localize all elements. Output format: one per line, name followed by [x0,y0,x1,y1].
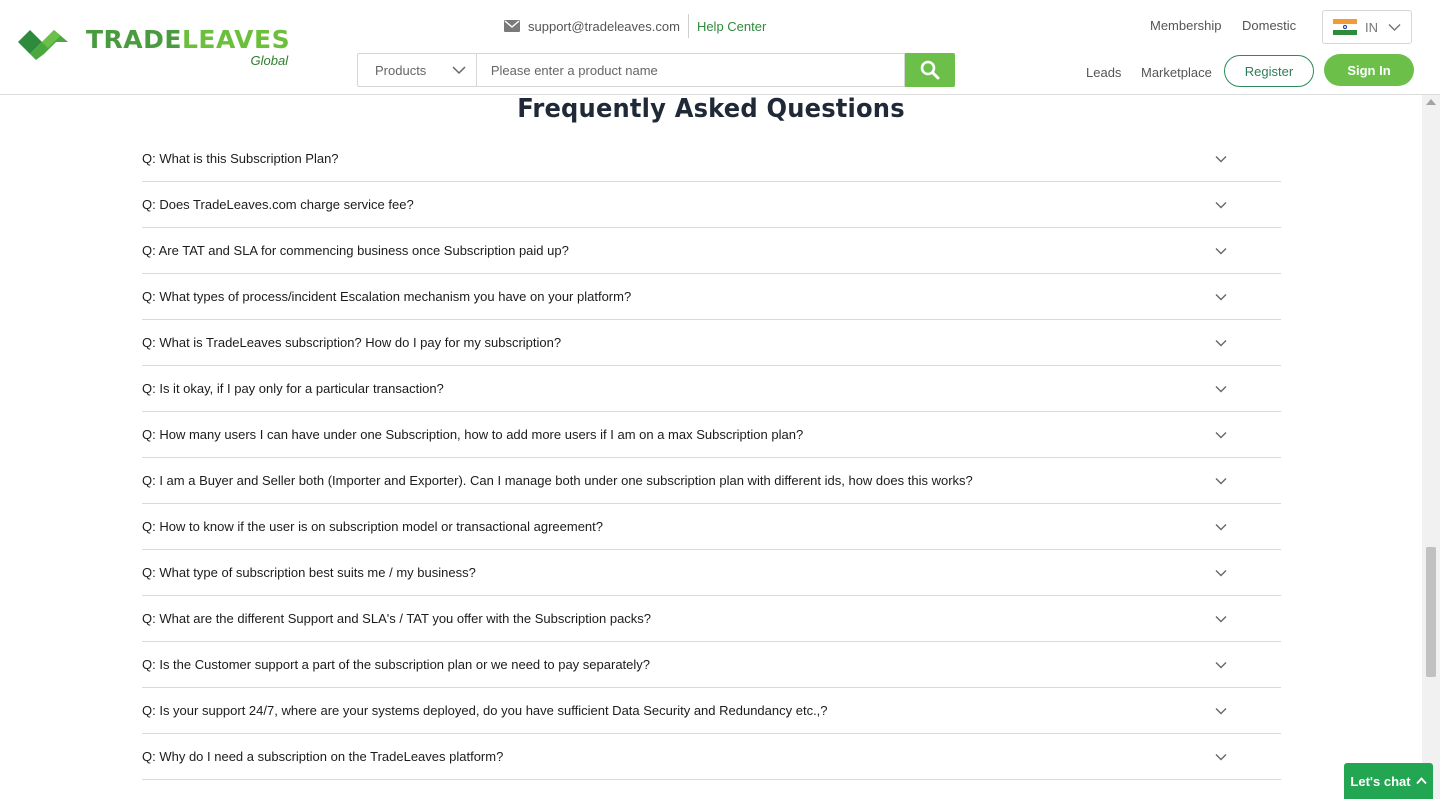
chevron-down-icon [1215,247,1227,254]
chevron-down-icon [1215,523,1227,530]
chevron-down-icon [1215,661,1227,668]
chevron-down-icon [1215,339,1227,346]
site-header: TRADELEAVES Global support@tradeleaves.c… [0,0,1440,95]
tradeleaves-logo[interactable]: TRADELEAVES Global [16,22,290,68]
chevron-down-icon [1215,293,1227,300]
faq-question: Q: What are the different Support and SL… [142,611,652,626]
faq-item[interactable]: Q: Why do I need a subscription on the T… [142,734,1281,780]
chevron-down-icon [1215,707,1227,714]
faq-question: Q: Is it okay, if I pay only for a parti… [142,381,444,396]
chevron-down-icon [1215,753,1227,760]
faq-item[interactable]: Q: Is it okay, if I pay only for a parti… [142,366,1281,412]
faq-item[interactable]: Q: I am a Buyer and Seller both (Importe… [142,458,1281,504]
faq-item[interactable]: Q: What types of process/incident Escala… [142,274,1281,320]
faq-question: Q: How many users I can have under one S… [142,427,804,442]
faq-question: Q: Why do I need a subscription on the T… [142,749,504,764]
search-button[interactable] [905,53,955,87]
chevron-down-icon [1215,615,1227,622]
faq-question: Q: Is your support 24/7, where are your … [142,703,828,718]
chat-label: Let's chat [1350,773,1411,789]
faq-question: Q: What type of subscription best suits … [142,565,476,580]
faq-item[interactable]: Q: How to know if the user is on subscri… [142,504,1281,550]
chevron-down-icon [452,66,466,75]
faq-item[interactable]: Q: What are the different Support and SL… [142,596,1281,642]
search-category-select[interactable]: Products [357,53,476,87]
lets-chat-button[interactable]: Let's chat [1344,763,1433,799]
faq-item[interactable]: Q: What is TradeLeaves subscription? How… [142,320,1281,366]
faq-question: Q: Is the Customer support a part of the… [142,657,651,672]
membership-link[interactable]: Membership [1150,18,1222,33]
help-center-link[interactable]: Help Center [697,19,766,34]
faq-item[interactable]: Q: What is this Subscription Plan? [142,136,1281,182]
search-category-label: Products [375,62,427,78]
search-input[interactable] [475,53,906,87]
faq-item[interactable]: Q: How many users I can have under one S… [142,412,1281,458]
faq-item[interactable]: Q: Does TradeLeaves.com charge service f… [142,182,1281,228]
page-scrollbar[interactable] [1422,95,1440,799]
chevron-down-icon [1215,155,1227,162]
search-icon [920,60,940,80]
faq-question: Q: What is this Subscription Plan? [142,151,339,166]
chevron-down-icon [1215,431,1227,438]
sign-in-button[interactable]: Sign In [1324,54,1414,86]
logo-word-leaves: LEAVES [181,25,291,54]
register-button[interactable]: Register [1224,55,1314,87]
faq-question: Q: What types of process/incident Escala… [142,289,632,304]
logo-word-trade: TRADE [86,25,182,54]
scrollbar-thumb[interactable] [1426,547,1436,677]
chevron-down-icon [1215,477,1227,484]
faq-question: Q: Are TAT and SLA for commencing busine… [142,243,569,258]
contact-bar: support@tradeleaves.com Help Center [504,14,766,38]
faq-question: Q: I am a Buyer and Seller both (Importe… [142,473,973,488]
chevron-down-icon [1215,385,1227,392]
faq-item[interactable]: Q: Is the Customer support a part of the… [142,642,1281,688]
leaf-logo-icon [18,30,68,60]
india-flag-icon [1333,19,1357,35]
marketplace-link[interactable]: Marketplace [1141,65,1212,80]
scroll-up-arrow-icon[interactable] [1426,99,1436,105]
chevron-down-icon [1215,569,1227,576]
faq-item[interactable]: Q: Are TAT and SLA for commencing busine… [142,228,1281,274]
faq-question: Q: How to know if the user is on subscri… [142,519,604,534]
faq-question: Q: Does TradeLeaves.com charge service f… [142,197,414,212]
leads-link[interactable]: Leads [1086,65,1121,80]
faq-list: Q: What is this Subscription Plan? Q: Do… [142,136,1281,780]
faq-item[interactable]: Q: Is your support 24/7, where are your … [142,688,1281,734]
chevron-down-icon [1388,23,1401,32]
chevron-down-icon [1215,201,1227,208]
divider [687,14,689,38]
country-selector[interactable]: IN [1322,10,1412,44]
envelope-icon [504,20,520,32]
domestic-link[interactable]: Domestic [1242,18,1296,33]
logo-subtitle: Global [250,53,289,68]
faq-item[interactable]: Q: What type of subscription best suits … [142,550,1281,596]
faq-title: Frequently Asked Questions [517,94,905,124]
country-code: IN [1365,19,1378,35]
support-email-link[interactable]: support@tradeleaves.com [528,19,680,34]
faq-question: Q: What is TradeLeaves subscription? How… [142,335,562,350]
search-bar: Products [357,53,955,87]
chevron-up-icon [1415,777,1427,785]
